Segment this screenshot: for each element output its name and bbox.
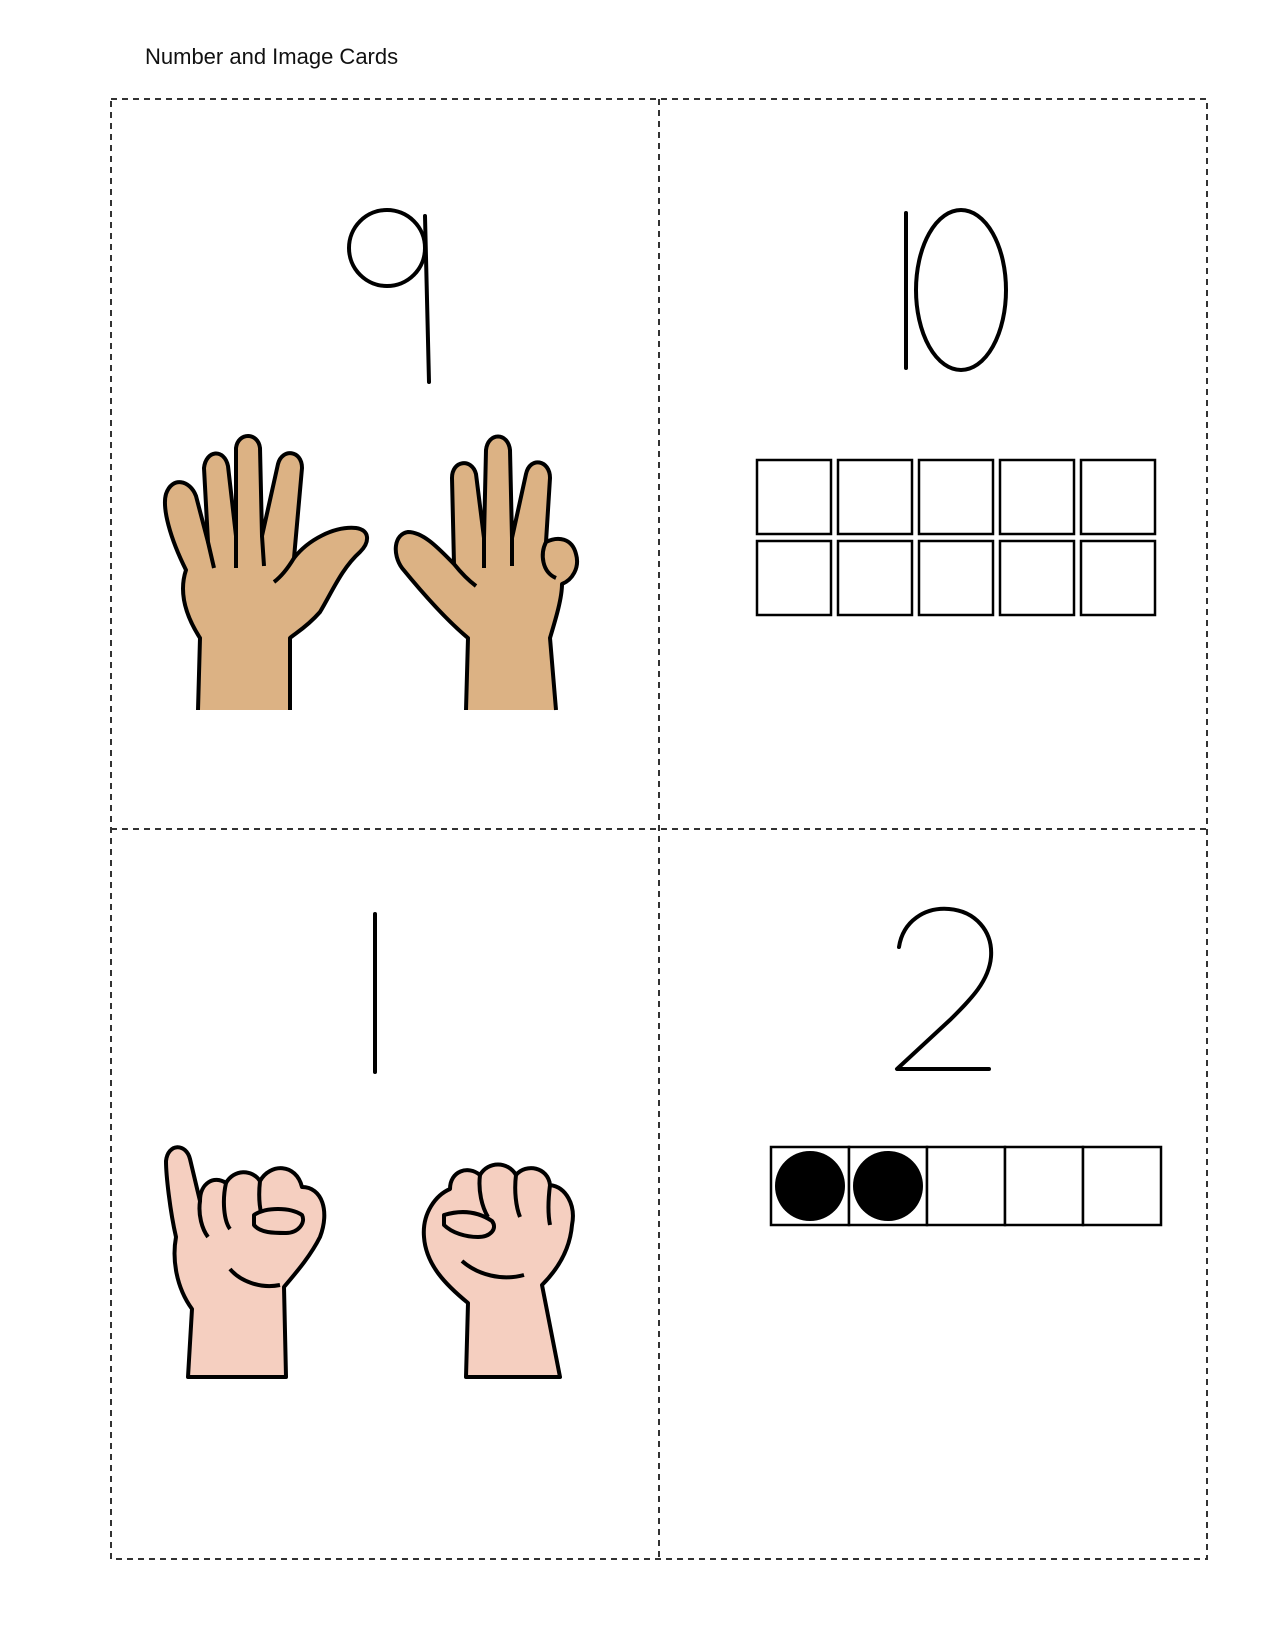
card-ten (659, 98, 1208, 829)
ten-frame-icon (755, 458, 1157, 617)
numeral-2 (895, 906, 994, 1071)
card-sheet (110, 98, 1208, 1560)
card-nine (110, 98, 659, 829)
numeral-9 (347, 208, 431, 384)
open-hand-four-icon (393, 434, 579, 711)
card-two (659, 829, 1208, 1560)
hand-one-finger-icon (164, 1145, 327, 1379)
page-title: Number and Image Cards (145, 44, 399, 69)
numeral-10 (904, 208, 1008, 372)
closed-fist-icon (421, 1162, 575, 1379)
card-one (110, 829, 659, 1560)
counter-dot-icon (853, 1151, 923, 1221)
open-hand-five-icon (163, 434, 369, 711)
counter-dot-icon (775, 1151, 845, 1221)
